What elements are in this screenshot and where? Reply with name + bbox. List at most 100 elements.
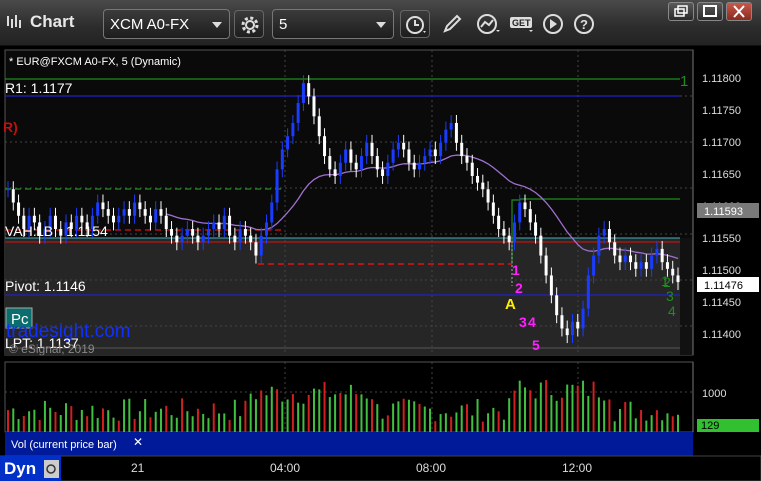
- candle-body: [597, 235, 601, 256]
- time-tick: 12:00: [562, 461, 592, 475]
- studies-button[interactable]: [472, 10, 502, 38]
- candle-body: [460, 142, 464, 157]
- candle-body: [491, 202, 495, 216]
- volume-bar: [455, 412, 458, 432]
- candle-body: [481, 182, 485, 190]
- chart-app-icon: [7, 15, 21, 28]
- candle-body: [349, 149, 353, 163]
- volume-bar: [170, 415, 173, 432]
- volume-bar: [397, 401, 400, 432]
- chart-canvas[interactable]: * EUR@FXCM A0-FX, 5 (Dynamic) R1: 1.1177…: [0, 46, 761, 481]
- volume-bar: [613, 421, 616, 432]
- candle-body: [523, 202, 527, 210]
- volume-bar: [80, 409, 83, 432]
- chevron-down-icon[interactable]: [376, 22, 386, 28]
- symbol-selector[interactable]: XCM A0-FX: [103, 9, 230, 39]
- volume-bar: [386, 415, 389, 432]
- get-data-button[interactable]: GET: [505, 10, 535, 38]
- volume-bar: [560, 397, 563, 432]
- volume-bar: [123, 399, 126, 432]
- candle-body: [650, 255, 654, 269]
- interval-selector[interactable]: 5: [272, 9, 394, 39]
- volume-bar: [181, 398, 184, 432]
- volume-bar: [138, 411, 141, 432]
- candle-body: [396, 142, 400, 150]
- volume-bar: [165, 405, 168, 432]
- volume-bar: [17, 419, 20, 432]
- volume-bar: [587, 395, 590, 432]
- candle-body: [423, 156, 427, 163]
- volume-bar: [376, 404, 379, 432]
- candle-body: [676, 275, 680, 283]
- volume-bar: [671, 416, 674, 432]
- candle-body: [138, 202, 142, 210]
- candle-body: [180, 235, 184, 243]
- chevron-down-icon[interactable]: [212, 22, 222, 28]
- candle-body: [428, 149, 432, 157]
- volume-bar: [75, 419, 78, 432]
- candle-body: [170, 229, 174, 236]
- get-data-icon: GET: [510, 17, 533, 32]
- volume-bar: [645, 420, 648, 432]
- candle-body: [259, 235, 263, 256]
- candle-body: [106, 209, 110, 216]
- volume-bar: [476, 399, 479, 432]
- volume-bar: [571, 384, 574, 432]
- candle-body: [122, 209, 126, 216]
- volume-bar: [28, 411, 31, 432]
- candle-body: [265, 222, 269, 236]
- help-button[interactable]: ?: [569, 10, 599, 38]
- volume-bar: [655, 410, 658, 432]
- volume-bar: [43, 400, 46, 432]
- volume-bar: [101, 408, 104, 432]
- volume-bar: [471, 415, 474, 432]
- volume-bar: [555, 400, 558, 432]
- time-tick: 04:00: [270, 461, 300, 475]
- volume-bar: [481, 421, 484, 432]
- volume-bar: [244, 400, 247, 432]
- volume-bar: [312, 388, 315, 432]
- volume-bar: [529, 390, 532, 432]
- candle-body: [629, 255, 633, 263]
- volume-bar: [260, 390, 263, 432]
- candle-body: [328, 156, 332, 170]
- volume-bar: [233, 399, 236, 432]
- volume-bar: [492, 407, 495, 432]
- volume-bar: [286, 399, 289, 432]
- candle-body: [254, 242, 258, 256]
- draw-tool-button[interactable]: [437, 10, 467, 38]
- candle-body: [555, 295, 559, 316]
- volume-bar: [186, 411, 189, 432]
- svg-text:?: ?: [580, 17, 588, 32]
- chart-window: Chart XCM A0-FX 5 GET ? * EUR@FXCM A0-FX…: [0, 0, 761, 481]
- volume-bar: [33, 409, 36, 432]
- candle-body: [671, 268, 675, 276]
- close-button[interactable]: [726, 2, 752, 21]
- candle-body: [528, 209, 532, 223]
- candle-body: [206, 229, 210, 236]
- candle-body: [17, 202, 21, 216]
- candle-body: [307, 83, 311, 97]
- volume-bar: [349, 384, 352, 432]
- dyn-label: Dyn: [4, 459, 36, 478]
- volume-label: Vol (current price bar): [11, 439, 117, 451]
- volume-bar: [7, 410, 9, 432]
- maximize-button[interactable]: [697, 2, 723, 21]
- candle-body: [6, 189, 10, 191]
- candle-body: [375, 156, 379, 170]
- replay-button[interactable]: [538, 10, 568, 38]
- volume-bar: [618, 409, 621, 432]
- volume-bar: [566, 384, 569, 432]
- studies-icon: [477, 14, 500, 34]
- volume-bar: [418, 404, 421, 432]
- candle-body: [586, 275, 590, 309]
- volume-bar: [429, 408, 432, 432]
- help-icon: ?: [574, 14, 594, 34]
- candle-body: [175, 235, 179, 243]
- restore-button[interactable]: [668, 2, 694, 21]
- volume-close-icon[interactable]: ✕: [133, 435, 143, 449]
- time-template-button[interactable]: [400, 10, 430, 38]
- chart-area[interactable]: * EUR@FXCM A0-FX, 5 (Dynamic) R1: 1.1177…: [0, 46, 761, 481]
- settings-button[interactable]: [234, 10, 264, 38]
- candle-body: [560, 315, 564, 329]
